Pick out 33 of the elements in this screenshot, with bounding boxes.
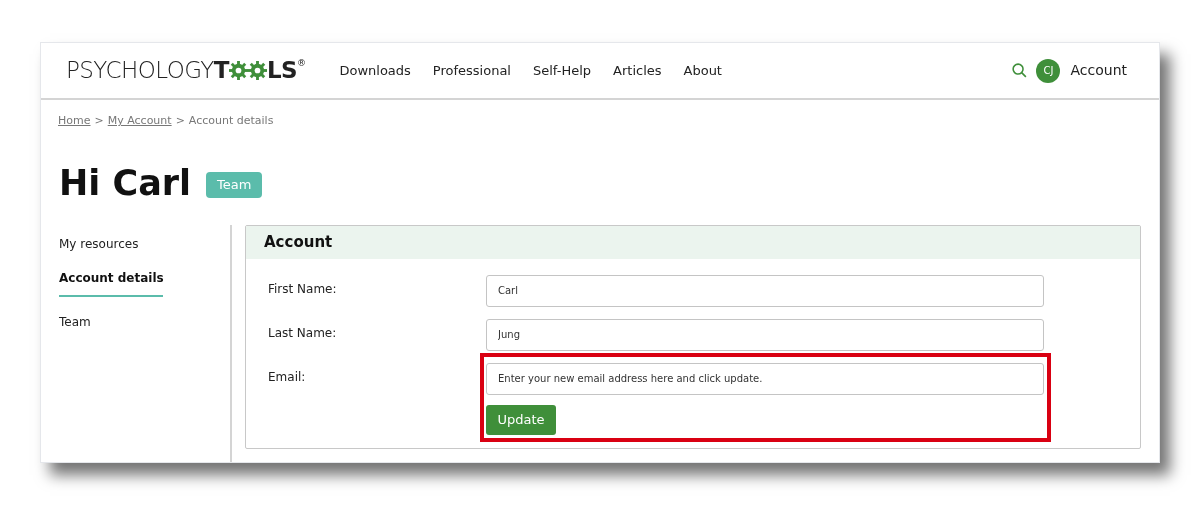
- account-link[interactable]: Account: [1070, 60, 1127, 81]
- field-label: Email:: [268, 368, 307, 386]
- search-icon[interactable]: [1011, 62, 1029, 79]
- sidebar-item[interactable]: Team: [59, 312, 230, 331]
- team-badge: Team: [206, 172, 263, 198]
- breadcrumb-current: Account details: [188, 113, 274, 129]
- breadcrumb-link[interactable]: Home: [58, 113, 91, 130]
- logo-text: LS: [266, 59, 297, 82]
- update-button[interactable]: Update: [486, 404, 556, 435]
- field-label: Last Name:: [268, 324, 338, 342]
- logo-text: PSYCHOLOGY: [66, 59, 214, 82]
- registered-mark: ®: [297, 59, 306, 68]
- text-field[interactable]: Carl: [486, 274, 1044, 307]
- logo-text: T: [213, 59, 229, 82]
- nav-link[interactable]: Self-Help: [533, 60, 592, 81]
- breadcrumb-separator: >: [175, 113, 185, 129]
- breadcrumb-link[interactable]: My Account: [107, 113, 172, 130]
- nav-link[interactable]: Downloads: [339, 60, 411, 81]
- text-field[interactable]: Jung: [486, 318, 1044, 351]
- gear-icon: [247, 61, 267, 80]
- sidebar-item[interactable]: Account details: [59, 268, 163, 297]
- sidebar-item[interactable]: My resources: [59, 234, 230, 253]
- gear-icon: [228, 61, 248, 80]
- nav-link[interactable]: About: [683, 60, 722, 81]
- breadcrumb-separator: >: [94, 113, 104, 129]
- logo[interactable]: PSYCHOLOGYT LS®: [66, 59, 306, 82]
- nav-link[interactable]: Professional: [432, 60, 511, 81]
- nav-link[interactable]: Articles: [613, 60, 662, 81]
- page-heading: Hi Carl: [59, 165, 192, 201]
- panel-title: Account: [264, 231, 333, 253]
- field-label: First Name:: [268, 280, 338, 298]
- email-field[interactable]: Enter your new email address here and click update.: [486, 362, 1044, 395]
- avatar[interactable]: CJ: [1036, 58, 1061, 83]
